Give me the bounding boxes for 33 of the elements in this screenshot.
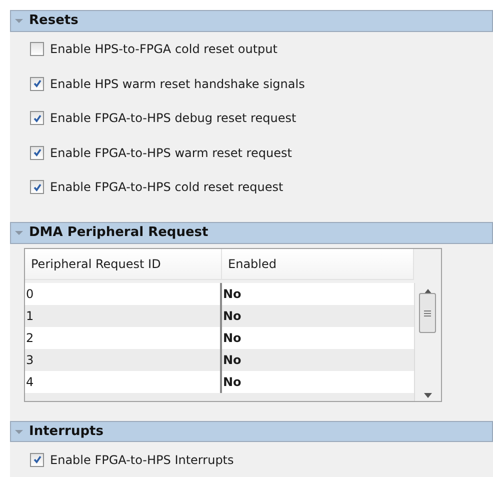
checkbox[interactable] (30, 76, 44, 91)
scroll-thumb[interactable] (419, 293, 436, 333)
column-header[interactable]: Enabled (222, 248, 414, 280)
section-header[interactable]: DMA Peripheral Request (10, 222, 493, 244)
table-cell-text: No (222, 330, 242, 346)
checkbox[interactable] (30, 42, 44, 56)
grip-icon (424, 310, 431, 316)
section-title: Resets (29, 12, 78, 30)
checkbox-label: Enable HPS-to-FPGA cold reset output (50, 41, 278, 58)
checkbox-label: Enable FPGA-to-HPS cold reset request (50, 179, 284, 196)
checkbox[interactable] (30, 180, 44, 194)
checkbox-label: Enable FPGA-to-HPS debug reset request (50, 110, 296, 128)
section-title: Interrupts (29, 422, 104, 441)
checkbox-label: Enable FPGA-to-HPS warm reset request (50, 144, 292, 162)
section-header[interactable]: Resets (10, 10, 493, 32)
scroll-down-icon[interactable] (424, 392, 432, 398)
checkbox[interactable] (30, 111, 44, 126)
checkbox-label: Enable FPGA-to-HPS Interrupts (50, 452, 234, 469)
section-title: DMA Peripheral Request (29, 224, 208, 242)
table-cell-text: No (222, 352, 242, 368)
column-header[interactable]: Peripheral Request ID (25, 248, 222, 280)
check-icon (32, 455, 42, 464)
checkbox-label: Enable HPS warm reset handshake signals (50, 76, 305, 93)
section-header[interactable]: Interrupts (10, 420, 493, 442)
check-icon (32, 79, 42, 88)
table-cell-text: No (222, 308, 242, 324)
checkbox[interactable] (30, 452, 44, 467)
table-cell-text: No (222, 374, 242, 390)
check-icon (32, 114, 42, 123)
checkbox[interactable] (30, 146, 44, 160)
table-cell-text: No (222, 286, 242, 302)
check-icon (32, 182, 42, 192)
check-icon (32, 148, 42, 158)
